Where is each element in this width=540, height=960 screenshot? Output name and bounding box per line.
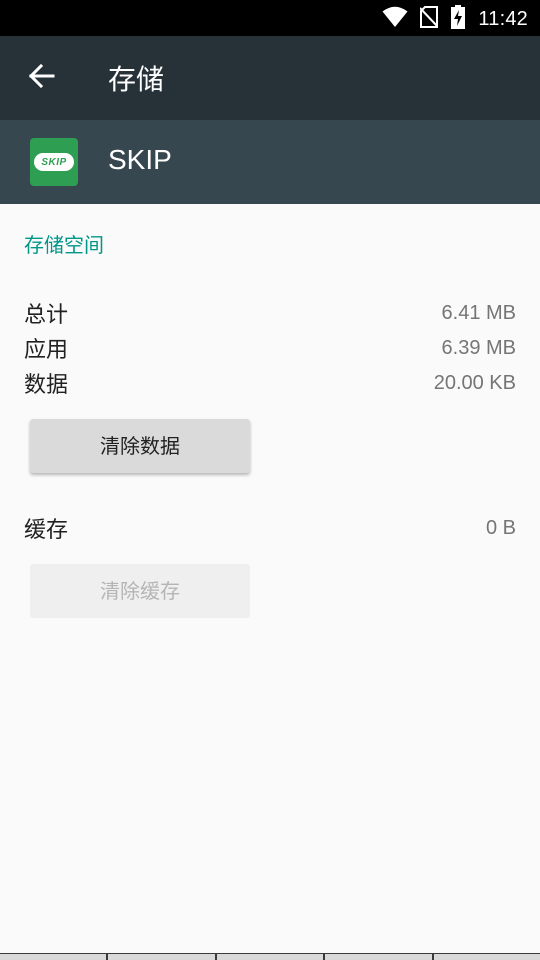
strip-segment	[0, 954, 107, 960]
app-icon-logo: SKIP	[34, 153, 74, 171]
status-bar: 11:42	[0, 0, 540, 36]
storage-row-data: 数据 20.00 KB	[24, 367, 516, 399]
bottom-edge-strip	[0, 953, 540, 960]
storage-row-app: 应用 6.39 MB	[24, 332, 516, 364]
page-title: 存储	[108, 63, 165, 96]
app-name: SKIP	[108, 144, 172, 175]
row-value: 6.41 MB	[441, 301, 516, 324]
row-label: 缓存	[24, 518, 69, 543]
strip-segment	[433, 954, 540, 960]
row-label: 应用	[24, 338, 69, 363]
storage-row-total: 总计 6.41 MB	[24, 297, 516, 329]
skip-app-icon: SKIP	[30, 138, 78, 186]
back-arrow-icon	[28, 63, 55, 92]
strip-segment	[325, 954, 432, 960]
app-header: SKIP SKIP	[0, 120, 540, 204]
strip-segment	[216, 954, 324, 960]
clear-data-button[interactable]: 清除数据	[30, 419, 250, 473]
status-time: 11:42	[478, 7, 528, 30]
battery-charging-icon	[450, 5, 466, 33]
row-value: 20.00 KB	[433, 371, 516, 394]
section-title: 存储空间	[24, 233, 104, 257]
wifi-icon	[382, 6, 408, 32]
back-button[interactable]	[18, 57, 66, 99]
status-icons: 11:42	[382, 5, 528, 33]
storage-row-cache: 缓存 0 B	[24, 512, 516, 544]
clear-cache-button: 清除缓存	[30, 564, 250, 618]
row-label: 数据	[24, 373, 69, 398]
row-value: 6.39 MB	[441, 336, 516, 359]
storage-content: 存储空间 总计 6.41 MB 应用 6.39 MB 数据 20.00 KB 清…	[0, 204, 540, 960]
strip-segment	[108, 954, 215, 960]
no-sim-icon	[419, 6, 440, 32]
app-bar: 存储	[0, 36, 540, 120]
row-value: 0 B	[485, 516, 516, 539]
row-label: 总计	[24, 303, 69, 328]
